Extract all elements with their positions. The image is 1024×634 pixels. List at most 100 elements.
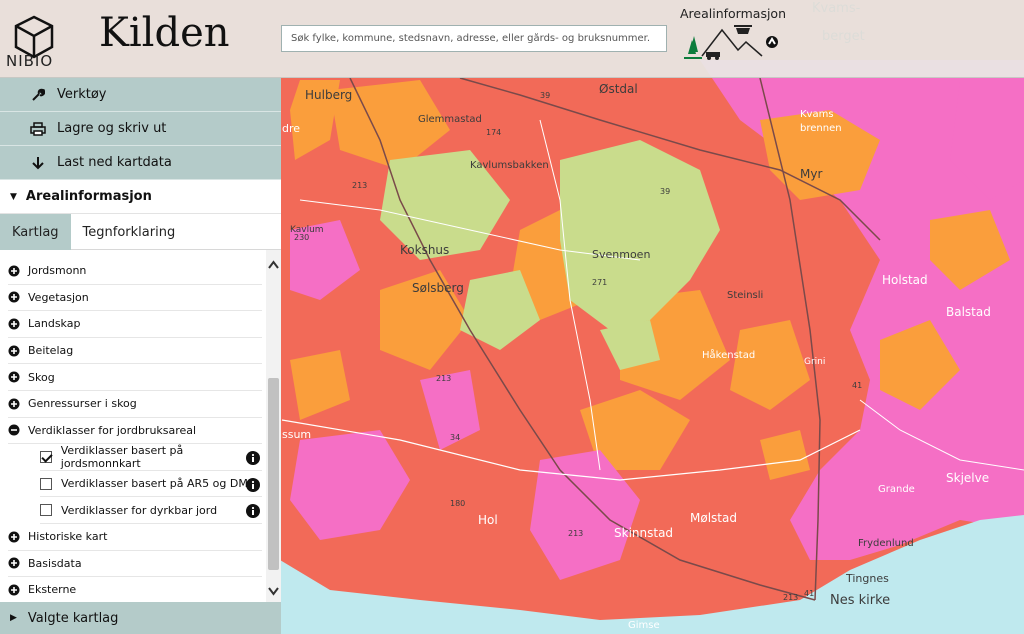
layer-eksterne[interactable]: Eksterne xyxy=(8,577,262,602)
plus-circle-icon[interactable] xyxy=(8,557,20,569)
theme-title[interactable]: Arealinformasjon xyxy=(680,6,786,21)
layer-label: Genressurser i skog xyxy=(28,397,137,411)
plus-circle-icon[interactable] xyxy=(8,318,20,330)
layer-verdiklasser[interactable]: Verdiklasser for jordbruksareal xyxy=(8,418,262,445)
plus-circle-icon[interactable] xyxy=(8,345,20,357)
checkbox-unchecked[interactable] xyxy=(40,504,52,517)
info-icon[interactable] xyxy=(246,504,260,519)
svg-text:brennen: brennen xyxy=(800,123,842,134)
sidebar: Verktøy Lagre og skriv ut Last ned kartd… xyxy=(0,78,281,634)
svg-text:213: 213 xyxy=(352,181,367,190)
svg-text:Holstad: Holstad xyxy=(882,273,928,287)
svg-text:39: 39 xyxy=(660,187,670,196)
layer-label: Verdiklasser for jordbruksareal xyxy=(28,423,197,437)
layer-list-scrollbar[interactable] xyxy=(266,250,281,602)
layer-beitelag[interactable]: Beitelag xyxy=(8,338,262,365)
layer-label: Beitelag xyxy=(28,344,74,358)
plus-circle-icon[interactable] xyxy=(8,265,20,277)
svg-text:Myr: Myr xyxy=(800,167,822,181)
landscape-theme-icon[interactable] xyxy=(682,22,782,62)
section-header-arealinformasjon[interactable]: ▼ Arealinformasjon xyxy=(0,180,281,214)
svg-text:Kokshus: Kokshus xyxy=(400,243,449,257)
layer-basisdata[interactable]: Basisdata xyxy=(8,551,262,578)
svg-text:ssum: ssum xyxy=(282,428,311,441)
plus-circle-icon[interactable] xyxy=(8,291,20,303)
layer-vegetasjon[interactable]: Vegetasjon xyxy=(8,285,262,312)
app-header: NIBIO Kilden Arealinformasjon xyxy=(0,0,1024,78)
caret-right-icon: ▶ xyxy=(10,613,17,623)
checkbox-checked[interactable] xyxy=(40,450,52,463)
scroll-down-icon[interactable] xyxy=(266,584,281,598)
svg-text:Kavlumsbakken: Kavlumsbakken xyxy=(470,160,549,171)
svg-text:174: 174 xyxy=(486,128,501,137)
svg-text:213: 213 xyxy=(783,593,798,602)
layer-label: Landskap xyxy=(28,317,81,331)
sublayer-label: Verdiklasser basert på AR5 og DMK xyxy=(61,477,256,491)
svg-text:Svenmoen: Svenmoen xyxy=(592,248,650,261)
plus-circle-icon[interactable] xyxy=(8,531,20,543)
sublayer-dyrkbar-jord[interactable]: Verdiklasser for dyrkbar jord xyxy=(40,497,262,524)
tab-kartlag[interactable]: Kartlag xyxy=(0,214,71,250)
download-data-label: Last ned kartdata xyxy=(57,155,172,170)
layer-skog[interactable]: Skog xyxy=(8,364,262,391)
svg-text:271: 271 xyxy=(592,278,607,287)
layer-label: Historiske kart xyxy=(28,530,108,544)
download-arrow-icon xyxy=(28,156,48,170)
scroll-thumb[interactable] xyxy=(268,378,279,570)
svg-text:Sølsberg: Sølsberg xyxy=(412,281,464,295)
svg-text:41: 41 xyxy=(852,381,862,390)
info-icon[interactable] xyxy=(246,451,260,466)
svg-text:Skinnstad: Skinnstad xyxy=(614,526,673,540)
tab-tegnforklaring[interactable]: Tegnforklaring xyxy=(71,214,188,250)
printer-icon xyxy=(28,121,48,136)
layer-jordsmonn[interactable]: Jordsmonn xyxy=(8,258,262,285)
svg-text:Gimse: Gimse xyxy=(628,620,660,631)
tab-bar: Kartlag Tegnforklaring xyxy=(0,214,281,250)
plus-circle-icon[interactable] xyxy=(8,584,20,596)
layer-label: Eksterne xyxy=(28,583,77,597)
layer-label: Jordsmonn xyxy=(28,264,87,278)
caret-down-icon: ▼ xyxy=(10,191,17,202)
layer-landskap[interactable]: Landskap xyxy=(8,311,262,338)
tools-label: Verktøy xyxy=(57,87,107,102)
sublayer-label: Verdiklasser for dyrkbar jord xyxy=(61,503,218,517)
svg-text:Hulberg: Hulberg xyxy=(305,88,352,102)
wrench-icon xyxy=(28,88,48,102)
svg-text:Balstad: Balstad xyxy=(946,305,991,319)
checkbox-unchecked[interactable] xyxy=(40,477,52,490)
info-icon[interactable] xyxy=(246,477,260,492)
svg-text:Hol: Hol xyxy=(478,513,498,527)
svg-text:Steinsli: Steinsli xyxy=(727,290,763,301)
svg-text:Tingnes: Tingnes xyxy=(845,572,889,585)
svg-text:Frydenlund: Frydenlund xyxy=(858,538,914,549)
svg-text:213: 213 xyxy=(436,374,451,383)
plus-circle-icon[interactable] xyxy=(8,398,20,410)
svg-text:213: 213 xyxy=(568,529,583,538)
svg-text:180: 180 xyxy=(450,499,465,508)
svg-text:39: 39 xyxy=(540,91,550,100)
download-data-button[interactable]: Last ned kartdata xyxy=(0,146,281,180)
logo-text: NIBIO xyxy=(6,52,54,70)
save-print-button[interactable]: Lagre og skriv ut xyxy=(0,112,281,146)
minus-circle-icon[interactable] xyxy=(8,424,20,436)
selected-layers-toggle[interactable]: ▶ Valgte kartlag xyxy=(0,602,281,634)
plus-circle-icon[interactable] xyxy=(8,371,20,383)
layer-label: Vegetasjon xyxy=(28,290,89,304)
tools-button[interactable]: Verktøy xyxy=(0,78,281,112)
layer-genressurser[interactable]: Genressurser i skog xyxy=(8,391,262,418)
search-input[interactable] xyxy=(281,25,667,52)
app-title: Kilden xyxy=(99,10,230,56)
sublayer-ar5-dmk[interactable]: Verdiklasser basert på AR5 og DMK xyxy=(40,471,262,498)
svg-text:Mølstad: Mølstad xyxy=(690,511,737,525)
sublayer-label: Verdiklasser basert på jordsmonnkart xyxy=(60,443,184,470)
svg-text:Skjelve: Skjelve xyxy=(946,471,989,485)
svg-text:Grini: Grini xyxy=(804,357,825,367)
sublayer-jordsmonnkart[interactable]: Verdiklasser basert på jordsmonnkart xyxy=(40,444,262,471)
svg-text:34: 34 xyxy=(450,433,460,442)
svg-text:Grande: Grande xyxy=(878,484,915,495)
layer-historiske-kart[interactable]: Historiske kart xyxy=(8,524,262,551)
scroll-up-icon[interactable] xyxy=(266,258,281,272)
svg-text:Håkenstad: Håkenstad xyxy=(702,348,755,361)
svg-text:dre: dre xyxy=(282,122,300,135)
svg-text:Kvams: Kvams xyxy=(800,109,834,120)
